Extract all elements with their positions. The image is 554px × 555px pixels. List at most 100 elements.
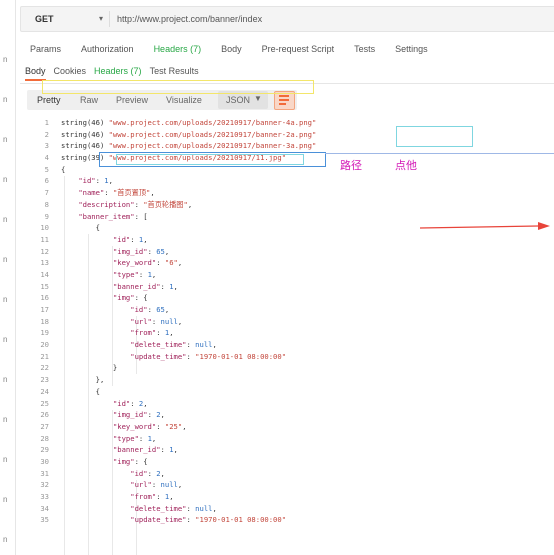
line-number: 12 bbox=[40, 246, 49, 256]
line-number: 35 bbox=[40, 515, 49, 525]
code-text: "from": 1, bbox=[130, 492, 174, 501]
code-text: "name": "首页置顶", bbox=[78, 188, 155, 198]
code-text: "banner_id": 1, bbox=[112, 281, 178, 291]
sidebar-marker: n bbox=[3, 415, 8, 424]
code-text: "id": 2, bbox=[130, 468, 165, 478]
tab-test-results[interactable]: Test Results bbox=[150, 66, 199, 81]
code-text: string(46) "www.project.com/uploads/2021… bbox=[61, 129, 317, 139]
line-number: 34 bbox=[40, 503, 49, 513]
raw-button[interactable]: Raw bbox=[80, 95, 98, 105]
sidebar-marker: n bbox=[3, 335, 8, 344]
line-number: 28 bbox=[40, 433, 49, 443]
line-number: 4 bbox=[44, 153, 49, 163]
url-input[interactable]: http://www.project.com/banner/index bbox=[117, 14, 262, 24]
response-tabs: Body Cookies Headers (7) Test Results bbox=[25, 66, 207, 81]
highlight-box bbox=[396, 126, 473, 147]
tab-settings[interactable]: Settings bbox=[395, 44, 428, 54]
code-text: "description": "首页轮播图", bbox=[78, 199, 193, 209]
code-text: "img": { bbox=[112, 456, 148, 466]
line-number: 1 bbox=[44, 118, 49, 127]
line-number: 3 bbox=[44, 141, 49, 151]
tab-tests[interactable]: Tests bbox=[354, 44, 375, 54]
code-text: { bbox=[61, 223, 100, 233]
left-sidebar-strip: n n n n n n n n n n n n n bbox=[0, 0, 16, 555]
code-text: string(46) "www.project.com/uploads/2021… bbox=[61, 141, 317, 151]
code-text: "delete_time": null, bbox=[130, 503, 217, 513]
tab-response-body[interactable]: Body bbox=[25, 66, 46, 81]
line-number: 21 bbox=[40, 351, 49, 361]
tab-response-cookies[interactable]: Cookies bbox=[54, 66, 87, 81]
format-label: JSON bbox=[226, 95, 251, 105]
code-text: "from": 1, bbox=[130, 328, 174, 338]
sidebar-marker: n bbox=[3, 535, 8, 544]
line-number: 14 bbox=[40, 269, 49, 279]
request-url-bar: GET ▾ http://www.project.com/banner/inde… bbox=[20, 6, 554, 32]
code-text: "url": null, bbox=[130, 316, 183, 326]
annotation-path: 路径 bbox=[340, 160, 362, 172]
line-number: 11 bbox=[40, 234, 49, 244]
pretty-button[interactable]: Pretty bbox=[37, 95, 61, 105]
sidebar-marker: n bbox=[3, 135, 8, 144]
sidebar-marker: n bbox=[3, 175, 8, 184]
chevron-down-icon: ▼ bbox=[254, 94, 262, 103]
code-text: "id": 1, bbox=[78, 176, 113, 186]
code-text: "id": 65, bbox=[130, 305, 170, 314]
request-tabs: Params Authorization Headers (7) Body Pr… bbox=[30, 44, 448, 54]
tab-headers[interactable]: Headers (7) bbox=[154, 44, 202, 54]
line-number: 20 bbox=[40, 340, 49, 350]
sidebar-marker: n bbox=[3, 95, 8, 104]
sidebar-marker: n bbox=[3, 295, 8, 304]
line-number: 33 bbox=[40, 492, 49, 501]
code-text: "update_time": "1970-01-01 08:00:00" bbox=[130, 351, 287, 361]
code-text: }, bbox=[61, 375, 105, 385]
preview-button[interactable]: Preview bbox=[116, 95, 148, 105]
selection-box-inner bbox=[116, 154, 304, 165]
line-number: 23 bbox=[40, 375, 49, 385]
line-number: 9 bbox=[44, 211, 49, 221]
chevron-down-icon[interactable]: ▾ bbox=[99, 14, 103, 23]
sidebar-marker: n bbox=[3, 455, 8, 464]
line-number: 25 bbox=[40, 398, 49, 408]
code-text: "update_time": "1970-01-01 08:00:00" bbox=[130, 515, 287, 525]
line-number: 8 bbox=[44, 199, 49, 209]
sidebar-marker: n bbox=[3, 215, 8, 224]
line-number: 16 bbox=[40, 293, 49, 303]
highlight-box bbox=[42, 80, 314, 94]
line-number: 30 bbox=[40, 456, 49, 466]
annotation-line bbox=[325, 153, 554, 154]
tab-params[interactable]: Params bbox=[30, 44, 61, 54]
line-number: 19 bbox=[40, 328, 49, 338]
tab-authorization[interactable]: Authorization bbox=[81, 44, 134, 54]
line-number: 2 bbox=[44, 129, 49, 139]
code-text: "key_word": "6", bbox=[112, 258, 183, 268]
code-text: "id": 2, bbox=[112, 398, 148, 408]
postman-main-panel: GET ▾ http://www.project.com/banner/inde… bbox=[15, 0, 554, 555]
line-number: 6 bbox=[44, 176, 49, 186]
code-text: "key_word": "25", bbox=[112, 421, 187, 431]
sidebar-marker: n bbox=[3, 255, 8, 264]
line-number: 7 bbox=[44, 188, 49, 198]
arrow-right-icon bbox=[420, 222, 550, 230]
line-number: 17 bbox=[40, 305, 49, 314]
line-number: 31 bbox=[40, 468, 49, 478]
method-select[interactable]: GET bbox=[35, 14, 54, 24]
line-number: 29 bbox=[40, 445, 49, 455]
code-text: "id": 1, bbox=[112, 234, 148, 244]
sidebar-marker: n bbox=[3, 375, 8, 384]
line-number: 10 bbox=[40, 223, 49, 233]
line-number: 5 bbox=[44, 164, 49, 174]
code-text: { bbox=[61, 164, 66, 174]
line-number: 26 bbox=[40, 410, 49, 420]
code-text: "banner_id": 1, bbox=[112, 445, 178, 455]
tab-body[interactable]: Body bbox=[221, 44, 242, 54]
visualize-button[interactable]: Visualize bbox=[166, 95, 202, 105]
code-text: "banner_item": [ bbox=[78, 211, 148, 221]
line-number: 27 bbox=[40, 421, 49, 431]
tab-response-headers[interactable]: Headers (7) bbox=[94, 66, 142, 81]
sidebar-marker: n bbox=[3, 495, 8, 504]
code-text: "type": 1, bbox=[112, 269, 157, 279]
code-text: { bbox=[61, 386, 100, 396]
code-text: "img_id": 65, bbox=[112, 246, 170, 256]
divider bbox=[109, 11, 110, 27]
tab-pre-request-script[interactable]: Pre-request Script bbox=[262, 44, 335, 54]
